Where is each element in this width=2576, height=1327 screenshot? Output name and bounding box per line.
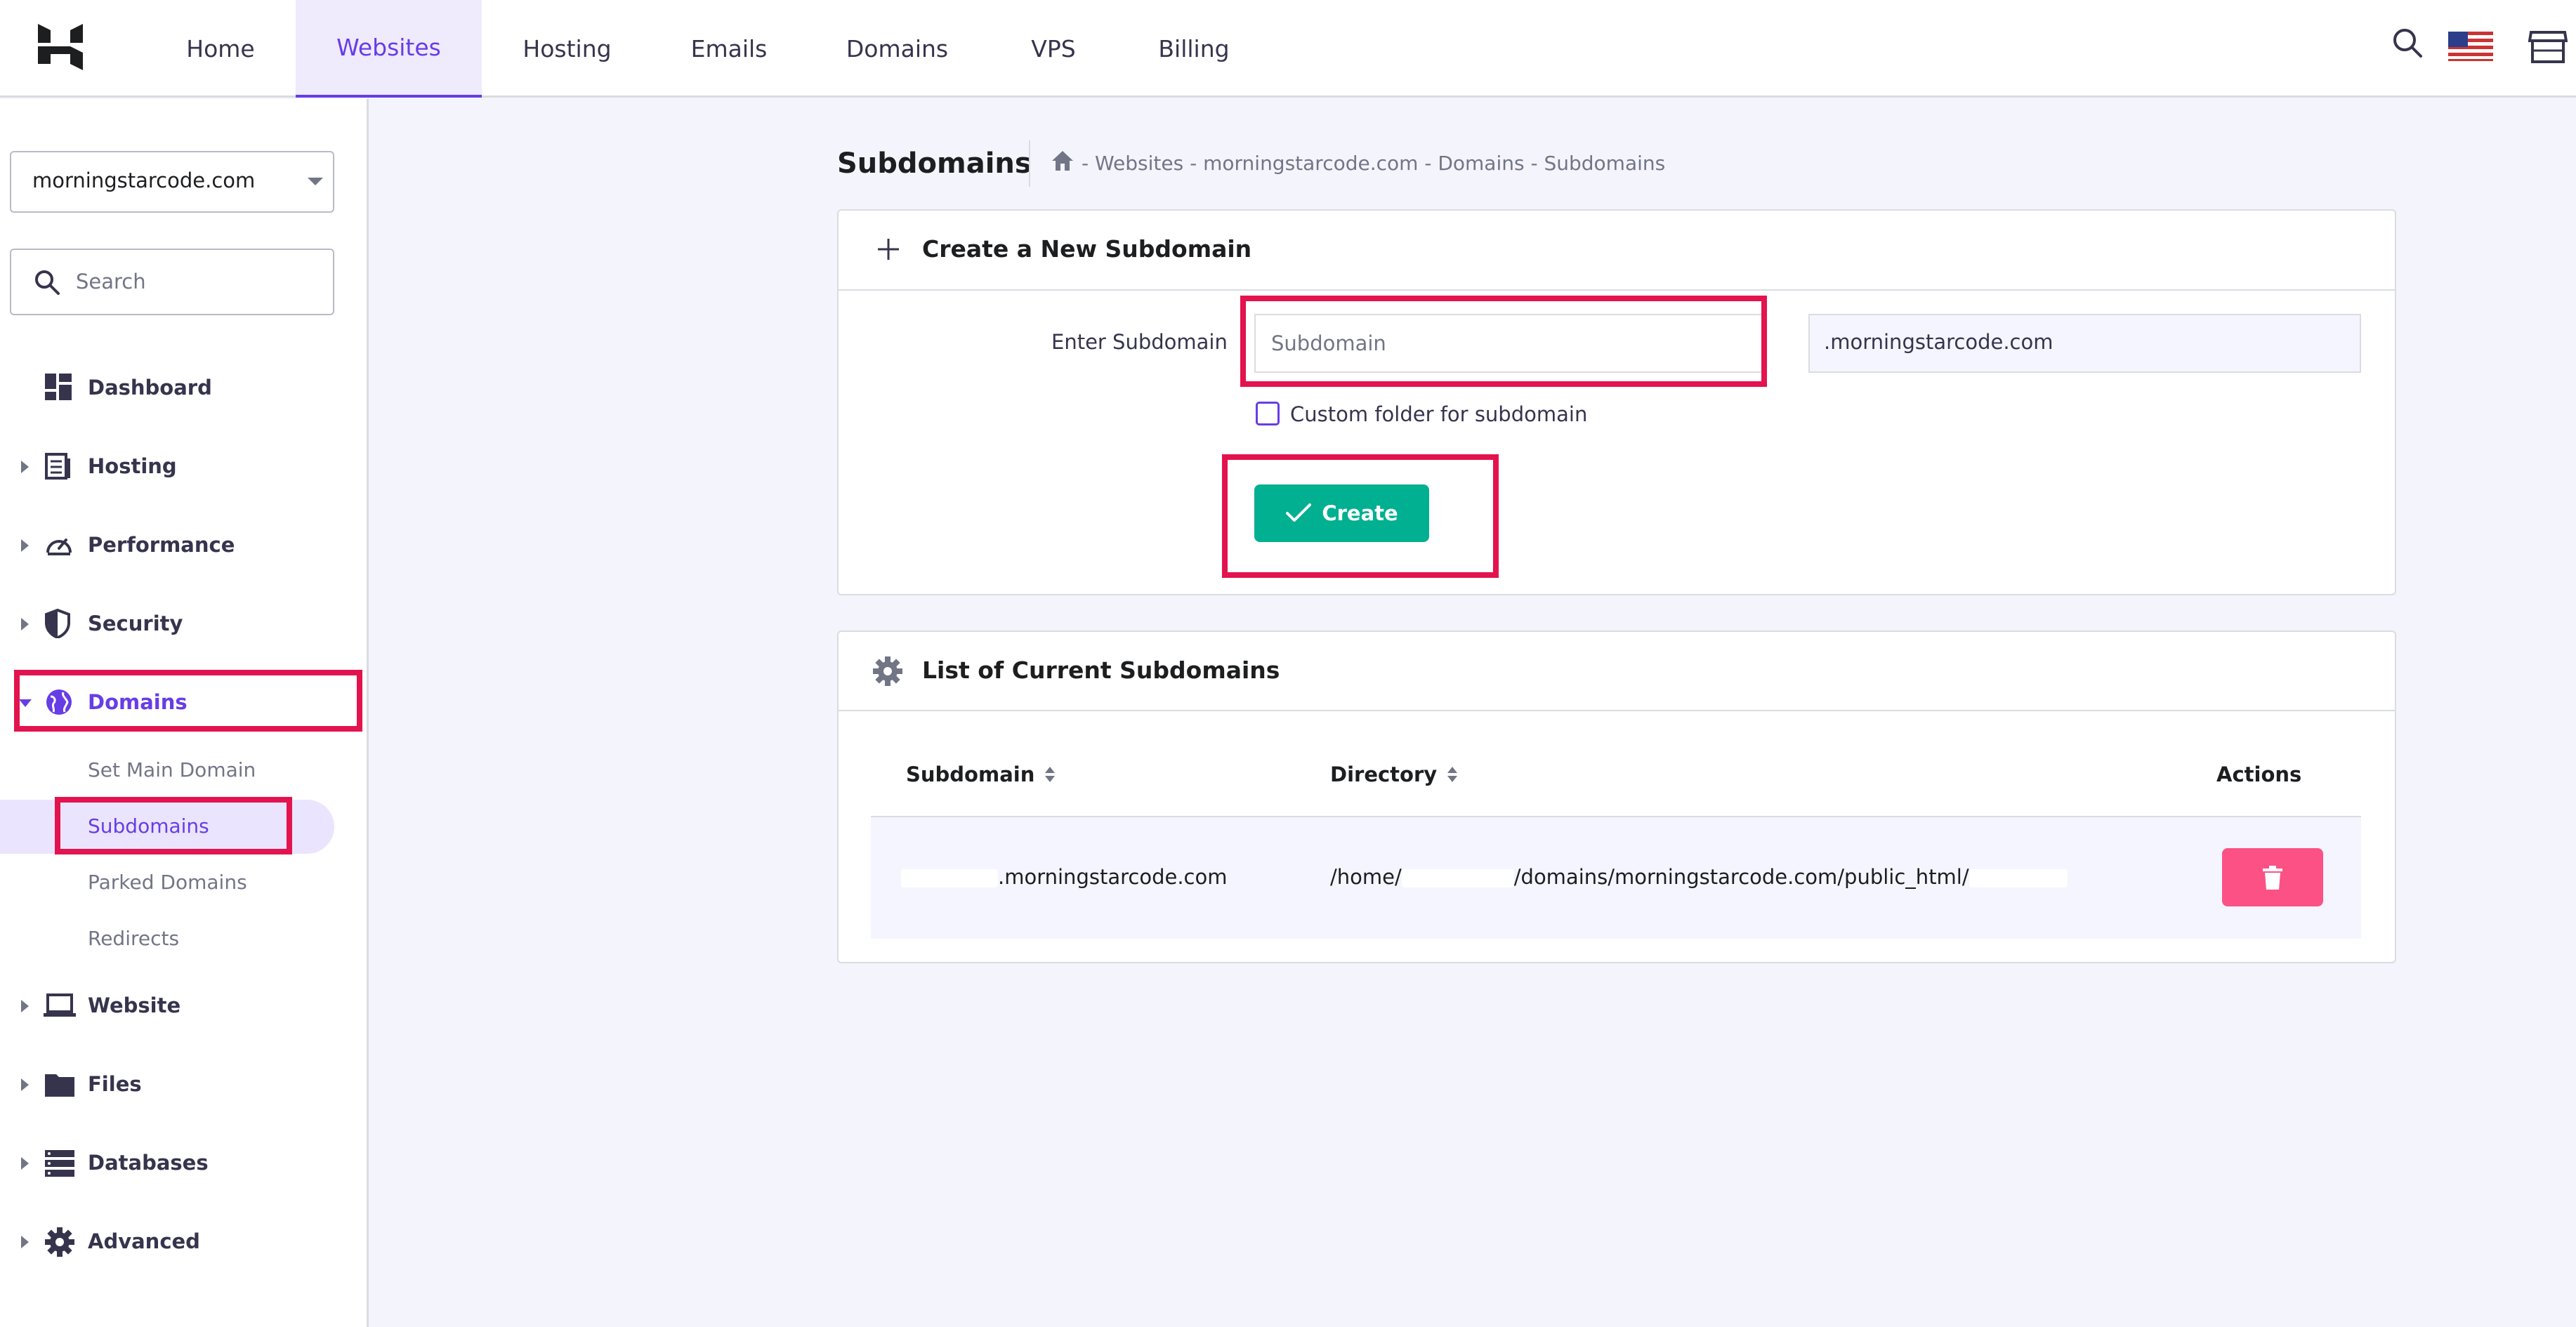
nav-vps[interactable]: VPS — [987, 0, 1120, 98]
gear-icon — [45, 1227, 74, 1257]
column-header-label: Actions — [2216, 762, 2302, 786]
sidebar-item-website[interactable]: Website — [88, 993, 180, 1017]
sidebar-subitem-redirects[interactable]: Redirects — [88, 927, 179, 950]
sidebar-subitem-parked-domains[interactable]: Parked Domains — [88, 871, 247, 894]
caret-right-icon — [21, 539, 29, 552]
create-button[interactable]: Create — [1254, 484, 1429, 542]
chevron-down-icon — [308, 178, 323, 185]
caret-right-icon — [21, 1078, 29, 1091]
nav-home[interactable]: Home — [160, 0, 281, 98]
home-icon[interactable] — [1051, 150, 1075, 172]
sidebar-item-domains[interactable]: Domains — [88, 690, 188, 714]
nav-hosting[interactable]: Hosting — [499, 0, 636, 98]
card-divider — [839, 710, 2395, 711]
enter-subdomain-label: Enter Subdomain — [1051, 330, 1228, 354]
column-header-directory[interactable]: Directory — [1330, 762, 1458, 786]
directory-cell: /home//domains/morningstarcode.com/publi… — [1330, 865, 2068, 889]
create-subdomain-card — [837, 209, 2396, 595]
column-header-label: Directory — [1330, 762, 1438, 786]
column-header-subdomain[interactable]: Subdomain — [906, 762, 1056, 786]
gear-icon — [873, 656, 902, 686]
sidebar-item-dashboard[interactable]: Dashboard — [88, 376, 212, 400]
sort-icon — [1447, 767, 1458, 782]
nav-billing[interactable]: Billing — [1138, 0, 1250, 98]
nav-domains[interactable]: Domains — [822, 0, 973, 98]
domain-suffix: .morningstarcode.com — [1824, 330, 2053, 354]
database-icon — [45, 1150, 74, 1177]
caret-right-icon — [21, 618, 29, 631]
list-card-title: List of Current Subdomains — [922, 656, 1280, 684]
title-divider — [1029, 140, 1030, 187]
nav-emails[interactable]: Emails — [653, 0, 805, 98]
laptop-icon — [44, 993, 76, 1017]
search-icon — [34, 269, 60, 296]
search-placeholder: Search — [76, 270, 146, 293]
globe-icon — [45, 688, 73, 716]
subdomain-input-highlight — [1240, 296, 1767, 387]
sidebar-item-databases[interactable]: Databases — [88, 1151, 209, 1175]
breadcrumb[interactable]: - Websites - morningstarcode.com - Domai… — [1082, 152, 1665, 175]
sidebar-item-performance[interactable]: Performance — [88, 533, 235, 557]
search-icon[interactable] — [2391, 27, 2424, 59]
subdomain-cell: .morningstarcode.com — [901, 865, 1227, 889]
delete-button[interactable] — [2222, 848, 2323, 906]
server-icon — [45, 453, 72, 480]
redacted-text — [1969, 869, 2068, 887]
folder-icon — [45, 1071, 74, 1097]
caret-right-icon — [21, 1000, 29, 1012]
speedometer-icon — [45, 532, 73, 558]
dashboard-icon — [45, 374, 72, 400]
card-divider — [839, 289, 2395, 291]
sidebar-subitem-subdomains[interactable]: Subdomains — [88, 814, 209, 838]
redacted-text — [901, 869, 998, 887]
plus-icon — [876, 237, 900, 261]
caret-right-icon — [21, 1157, 29, 1170]
sidebar-item-files[interactable]: Files — [88, 1072, 142, 1096]
sidebar-subitem-set-main-domain[interactable]: Set Main Domain — [88, 758, 256, 781]
column-header-label: Subdomain — [906, 762, 1035, 786]
shield-icon — [45, 609, 70, 638]
page-title: Subdomains — [837, 147, 1032, 180]
us-flag-icon[interactable] — [2448, 32, 2493, 61]
check-icon — [1286, 503, 1312, 522]
nav-websites[interactable]: Websites — [296, 0, 482, 98]
redacted-text — [1401, 869, 1514, 887]
column-header-actions: Actions — [2216, 762, 2301, 786]
store-icon[interactable] — [2528, 29, 2568, 63]
custom-folder-label[interactable]: Custom folder for subdomain — [1290, 402, 1587, 426]
caret-right-icon — [21, 461, 29, 473]
create-card-title: Create a New Subdomain — [922, 235, 1252, 263]
caret-right-icon — [21, 1236, 29, 1248]
sort-icon — [1045, 767, 1056, 782]
hostinger-logo-icon[interactable] — [38, 24, 83, 70]
caret-down-icon — [19, 699, 32, 707]
custom-folder-checkbox[interactable] — [1256, 402, 1280, 425]
sidebar-item-security[interactable]: Security — [88, 612, 183, 635]
sidebar-item-advanced[interactable]: Advanced — [88, 1229, 200, 1253]
website-select-value: morningstarcode.com — [32, 169, 256, 192]
sidebar-item-hosting[interactable]: Hosting — [88, 454, 177, 478]
trash-icon — [2263, 865, 2282, 890]
create-button-label: Create — [1322, 501, 1398, 525]
